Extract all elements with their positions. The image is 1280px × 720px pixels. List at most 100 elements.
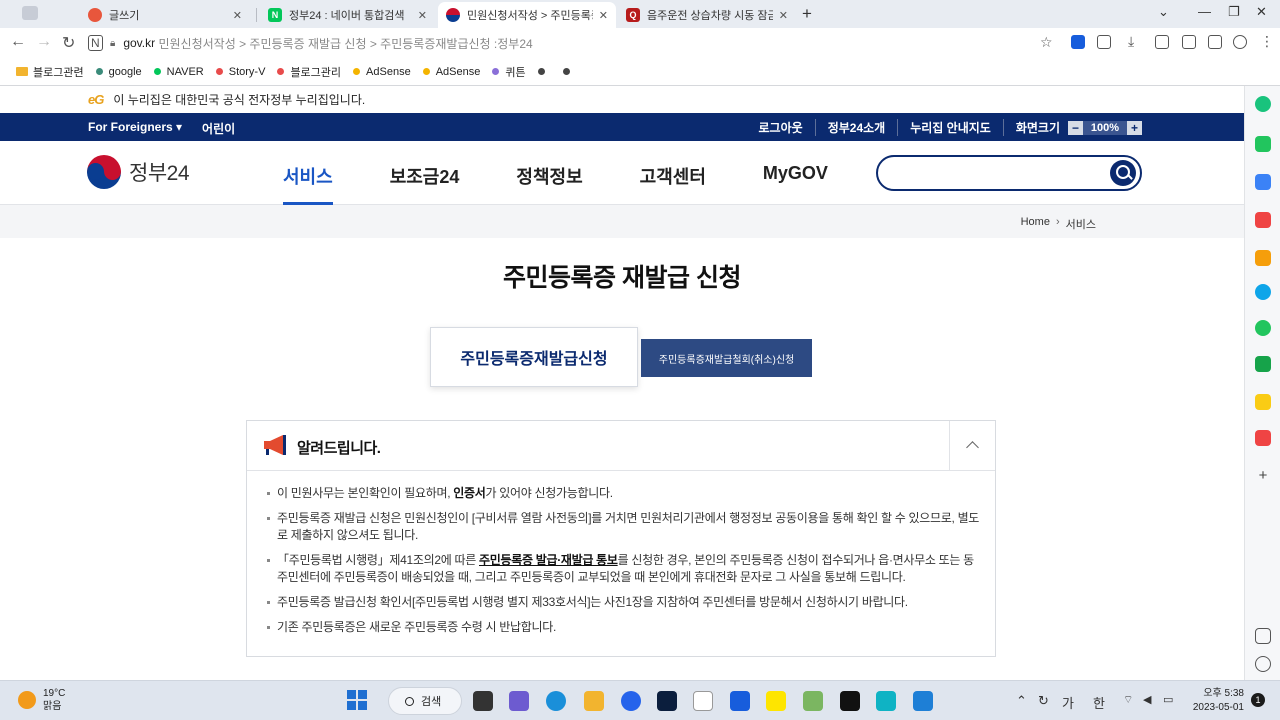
app-icon[interactable] bbox=[693, 691, 713, 711]
tab-search-icon[interactable] bbox=[22, 6, 38, 20]
back-arrow-icon[interactable]: ← bbox=[10, 33, 26, 51]
close-icon[interactable]: ✕ bbox=[779, 9, 788, 22]
bookmark-favicon-icon bbox=[353, 68, 361, 75]
profile-icon[interactable] bbox=[1233, 35, 1247, 49]
bookmark-item[interactable]: 블로그관련 bbox=[16, 64, 84, 80]
sidebar-chat-icon[interactable] bbox=[1255, 136, 1271, 152]
nav-services[interactable]: 서비스 bbox=[283, 163, 333, 205]
tab-2[interactable]: N 정부24 : 네이버 통합검색 ✕ bbox=[260, 2, 435, 28]
window-close-button[interactable]: ✕ bbox=[1256, 4, 1267, 20]
hangul-app-icon[interactable] bbox=[913, 691, 933, 711]
tray-chevron-up-icon[interactable]: ⌃ bbox=[1016, 693, 1027, 709]
logout-link[interactable]: 로그아웃 bbox=[759, 119, 803, 136]
notepad-icon[interactable] bbox=[803, 691, 823, 711]
ime-language[interactable]: 가 bbox=[1062, 693, 1074, 712]
bookmark-star-icon[interactable]: ☆ bbox=[1040, 34, 1053, 51]
forward-arrow-icon[interactable]: → bbox=[36, 33, 52, 51]
notification-badge[interactable]: 1 bbox=[1251, 693, 1265, 707]
tab-4[interactable]: Q 음주운전 상습차량 시동 잠금 ✕ bbox=[618, 2, 796, 28]
bookmark-item[interactable]: 퀴튼 bbox=[492, 64, 526, 80]
url-field[interactable]: 🔒︎ gov.kr 민원신청서작성 > 주민등록증 재발급 신청 > 주민등록증… bbox=[110, 31, 1060, 55]
menu-icon[interactable]: ⋮ bbox=[1260, 33, 1274, 50]
sidebar-webtoon-icon[interactable] bbox=[1255, 356, 1271, 372]
sidebar-note-icon[interactable] bbox=[1255, 394, 1271, 410]
nav-mygov[interactable]: MyGOV bbox=[763, 163, 828, 205]
nav-customer-center[interactable]: 고객센터 bbox=[640, 163, 706, 205]
nav-policy-info[interactable]: 정책정보 bbox=[516, 163, 582, 205]
battery-icon[interactable]: ▭ bbox=[1163, 693, 1173, 706]
teams-chat-icon[interactable] bbox=[509, 691, 529, 711]
restore-button[interactable]: ❐ bbox=[1228, 4, 1240, 20]
tab-1[interactable]: 글쓰기 ✕ bbox=[80, 2, 250, 28]
sidebar-play-icon[interactable] bbox=[1255, 320, 1271, 336]
weather-widget[interactable]: 19°C 맑음 bbox=[18, 687, 65, 713]
zoom-out-button[interactable]: − bbox=[1068, 120, 1083, 135]
close-icon[interactable]: ✕ bbox=[599, 9, 608, 22]
tab-reissue-apply[interactable]: 주민등록증재발급신청 bbox=[430, 327, 638, 387]
naver-whale-icon[interactable]: N bbox=[88, 35, 103, 51]
notify-service-link[interactable]: 주민등록증 발급·재발급 통보 bbox=[479, 553, 618, 567]
sync-icon[interactable]: ↻ bbox=[1038, 693, 1049, 709]
bookmark-item[interactable]: AdSense bbox=[353, 66, 411, 78]
screenshot-icon[interactable] bbox=[1182, 35, 1196, 49]
tab-reissue-withdraw[interactable]: 주민등록증재발급철회(취소)신청 bbox=[641, 339, 812, 377]
minimize-button[interactable]: — bbox=[1198, 4, 1211, 19]
sidebar-add-icon[interactable]: + bbox=[1255, 468, 1271, 484]
breadcrumb-home[interactable]: Home bbox=[1021, 216, 1050, 232]
taskbar-search[interactable]: 검색 bbox=[388, 687, 462, 715]
volume-icon[interactable]: ◀ bbox=[1143, 693, 1151, 706]
close-icon[interactable]: ✕ bbox=[233, 9, 242, 22]
search-icon[interactable] bbox=[1110, 160, 1136, 186]
sidebar-open-external-icon[interactable] bbox=[1255, 628, 1271, 644]
nav-subsidy24[interactable]: 보조금24 bbox=[390, 163, 460, 205]
download-icon[interactable]: ⤓ bbox=[1128, 33, 1134, 50]
breadcrumb-services[interactable]: 서비스 bbox=[1066, 216, 1096, 232]
webpage: eG 이 누리집은 대한민국 공식 전자정부 누리집입니다. For Forei… bbox=[0, 86, 1244, 680]
bookmark-item[interactable]: google bbox=[95, 66, 142, 78]
pinned-app-icon[interactable] bbox=[621, 691, 641, 711]
kids-link[interactable]: 어린이 bbox=[202, 120, 235, 137]
capture-icon[interactable] bbox=[1155, 35, 1169, 49]
for-foreigners-link[interactable]: For Foreigners ▾ bbox=[88, 120, 182, 137]
windows-start-icon[interactable] bbox=[347, 690, 367, 710]
bitwarden-icon[interactable] bbox=[1071, 35, 1085, 49]
about-link[interactable]: 정부24소개 bbox=[814, 119, 885, 136]
sidebar-pocket-icon[interactable] bbox=[1255, 212, 1271, 228]
whale-browser-icon[interactable] bbox=[876, 691, 896, 711]
zoom-in-button[interactable]: + bbox=[1127, 120, 1142, 135]
system-clock[interactable]: 오후 5:38 2023-05-01 bbox=[1192, 687, 1244, 715]
bookmark-item[interactable]: Story-V bbox=[215, 66, 265, 78]
photoshop-icon[interactable] bbox=[657, 691, 677, 711]
sidebar-edge-icon[interactable] bbox=[1255, 284, 1271, 300]
collapse-chevron-up-icon[interactable] bbox=[949, 421, 995, 471]
sidebar-app-icon[interactable] bbox=[1255, 96, 1271, 112]
sidebar-calendar-icon[interactable] bbox=[1255, 174, 1271, 190]
ime-mode[interactable]: 한 bbox=[1093, 693, 1105, 712]
sidebar-star-icon[interactable] bbox=[1255, 250, 1271, 266]
media-app-icon[interactable] bbox=[840, 691, 860, 711]
bookmark-item[interactable]: AdSense bbox=[422, 66, 480, 78]
tab-3-active[interactable]: 민원신청서작성 > 주민등록증 재 ✕ bbox=[438, 2, 616, 28]
sidebar-toggle-icon[interactable] bbox=[1208, 35, 1222, 49]
sidebar-settings-icon[interactable] bbox=[1255, 656, 1271, 672]
extensions-icon[interactable] bbox=[1097, 35, 1111, 49]
kakaotalk-icon[interactable] bbox=[766, 691, 786, 711]
site-logo[interactable]: 정부24 bbox=[87, 155, 190, 189]
bookmark-item[interactable]: NAVER bbox=[153, 66, 204, 78]
new-tab-button[interactable]: + bbox=[802, 4, 812, 24]
bookmark-item[interactable] bbox=[562, 68, 576, 75]
bookmark-item[interactable]: 블로그관리 bbox=[277, 64, 341, 80]
bookmark-item[interactable] bbox=[537, 68, 551, 75]
bitwarden-taskbar-icon[interactable] bbox=[730, 691, 750, 711]
task-view-icon[interactable] bbox=[473, 691, 493, 711]
notice-text: 주민등록증 재발급 신청은 민원신청인이 [구비서류 열람 사전동의]를 거치면… bbox=[277, 511, 980, 542]
tab-list-chevron-icon[interactable]: ⌄ bbox=[1158, 4, 1169, 20]
file-explorer-icon[interactable] bbox=[584, 691, 604, 711]
search-input[interactable] bbox=[892, 163, 1102, 183]
wifi-icon[interactable]: ⌔ bbox=[1123, 693, 1133, 707]
edge-icon[interactable] bbox=[546, 691, 566, 711]
reload-icon[interactable]: ↻ bbox=[62, 33, 75, 53]
sitemap-link[interactable]: 누리집 안내지도 bbox=[897, 119, 991, 136]
sidebar-now-icon[interactable] bbox=[1255, 430, 1271, 446]
close-icon[interactable]: ✕ bbox=[418, 9, 427, 22]
